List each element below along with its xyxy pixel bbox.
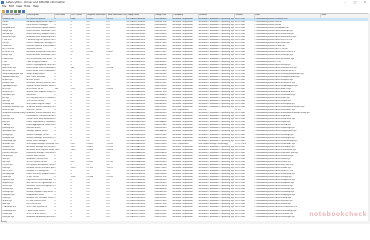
driver-table: Driver File Name Description ISR count DPC …: [1, 13, 369, 223]
table-cell: 0x00019000: [154, 215, 167, 218]
column-header[interactable]: Company: [172, 14, 198, 18]
table-cell: FFFFF80039770000: [126, 215, 146, 218]
status-text: Ready: [1, 221, 7, 223]
column-header[interactable]: Highest execution (ms): [86, 14, 106, 18]
table-cell: 10.0.19041: [234, 215, 246, 218]
table-cell: Microsoft® Windows® Operating System: [198, 215, 235, 218]
table-cell: filecrypt.sys: [2, 215, 14, 218]
table-cell: 0: [70, 215, 72, 218]
table-cell: 0: [54, 215, 56, 218]
column-header[interactable]: Product: [198, 14, 234, 18]
column-header[interactable]: DPC count: [70, 14, 86, 18]
table-cell: Windows sandboxing and encryption filter: [26, 215, 55, 218]
watermark-logo: notebookcheck: [309, 211, 367, 218]
column-header[interactable]: Path: [254, 14, 320, 18]
app-icon: [1, 1, 4, 4]
column-header[interactable]: Image base: [126, 14, 154, 18]
column-header[interactable]: Version: [234, 14, 254, 18]
table-cell: Microsoft Corporation: [172, 215, 193, 218]
status-bar: Ready: [0, 221, 370, 224]
app-window: LatencyMon - Driver and DPC/ISR informat…: [0, 0, 370, 224]
table-cell: 0.0: [106, 215, 110, 218]
column-header[interactable]: Description: [26, 14, 54, 18]
table-cell: 0.0: [86, 215, 90, 218]
column-header[interactable]: Image size: [154, 14, 172, 18]
column-header[interactable]: Driver File Name: [2, 14, 26, 18]
column-header[interactable]: Total execution (ms): [106, 14, 126, 18]
column-header[interactable]: ISR count: [54, 14, 70, 18]
column-header[interactable]: Start: [320, 14, 368, 18]
